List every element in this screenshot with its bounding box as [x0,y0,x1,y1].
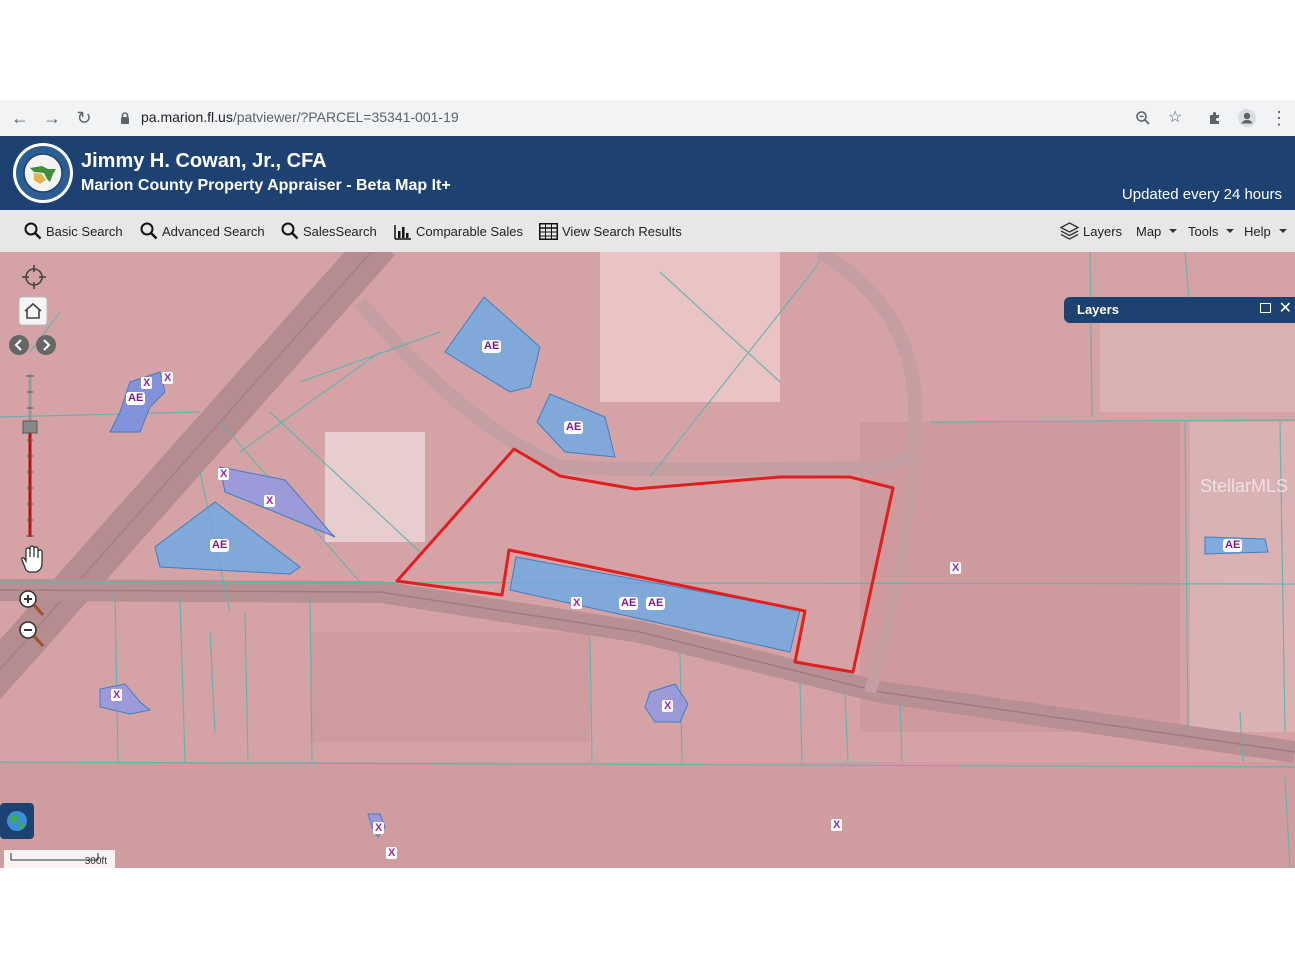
sales-search-label: SalesSearch [303,223,377,239]
advanced-search-label: Advanced Search [162,223,265,239]
chevron-down-icon [1278,229,1287,233]
bar-chart-icon [394,225,411,240]
comparable-sales-button[interactable]: Comparable Sales [394,221,523,241]
help-menu-button[interactable]: Help [1244,221,1287,241]
flood-zone-label: AE [619,597,639,610]
flood-zone-label: AE [482,340,502,353]
forward-icon[interactable]: → [40,106,64,130]
zoom-slider[interactable] [20,372,40,540]
chevron-down-icon [1169,229,1178,233]
browser-menu-icon[interactable]: ⋮ [1267,106,1291,130]
layers-menu-button[interactable]: Layers [1060,221,1122,241]
flood-zone-label: AE [210,539,230,552]
map-canvas[interactable]: AE AE AE AE AE AE AE X X X X X X X X X X… [0,252,1295,868]
maximize-icon[interactable] [1260,303,1271,313]
previous-extent-icon[interactable] [8,334,30,356]
basic-search-label: Basic Search [46,223,123,239]
locate-crosshair-icon[interactable] [21,264,47,290]
page-subtitle: Marion County Property Appraiser - Beta … [81,177,451,194]
help-menu-label: Help [1244,223,1271,239]
flood-zone-x-label: X [373,822,385,834]
app-header: Jimmy H. Cowan, Jr., CFA Marion County P… [0,136,1295,210]
flood-zone-x-label: X [662,700,674,712]
flood-zone-label: AE [126,392,146,405]
flood-zone-x-label: X [111,689,123,701]
bookmark-star-icon[interactable]: ☆ [1163,106,1187,130]
basemap-globe-icon[interactable] [0,803,34,839]
profile-avatar-icon[interactable] [1235,106,1259,130]
map-menu-button[interactable]: Map [1136,221,1178,241]
flood-zone-x-label: X [264,495,276,507]
zoom-icon[interactable] [1131,106,1155,130]
flood-zone-x-label: X [141,377,153,389]
search-icon [281,222,299,240]
url-text: pa.marion.fl.us/patviewer/?PARCEL=35341-… [141,109,459,125]
view-search-results-button[interactable]: View Search Results [539,221,682,241]
aerial-map-graphic [0,252,1295,868]
lock-icon [121,112,129,124]
flood-zone-label: AE [646,597,666,610]
scale-label: 300ft [84,856,107,867]
next-extent-icon[interactable] [35,334,57,356]
layers-panel[interactable]: Layers ✕ [1064,297,1295,323]
flood-zone-x-label: X [162,372,174,384]
sales-search-button[interactable]: SalesSearch [281,221,377,241]
advanced-search-button[interactable]: Advanced Search [140,221,265,241]
flood-zone-x-label: X [386,847,398,859]
pan-hand-icon[interactable] [18,544,46,574]
home-icon[interactable] [18,296,48,326]
flood-zone-label: AE [564,421,584,434]
layers-panel-title: Layers [1077,302,1119,317]
main-toolbar: Basic Search Advanced Search SalesSearch… [0,210,1295,253]
flood-zone-x-label: X [571,597,583,609]
map-scale-bar: 300ft [4,850,115,868]
tools-menu-button[interactable]: Tools [1188,221,1235,241]
zoom-in-icon[interactable] [16,588,46,618]
layers-icon [1060,222,1079,240]
flood-zone-x-label: X [218,468,230,480]
url-path: /patviewer/?PARCEL=35341-001-19 [232,109,459,125]
flood-zone-x-label: X [950,562,962,574]
layers-menu-label: Layers [1083,223,1123,239]
property-appraiser-seal-logo [13,143,73,203]
basic-search-button[interactable]: Basic Search [24,221,123,241]
watermark-text: StellarMLS [1200,476,1289,496]
close-icon[interactable]: ✕ [1279,299,1292,319]
reload-icon[interactable]: ↻ [72,106,96,130]
address-bar[interactable]: pa.marion.fl.us/patviewer/?PARCEL=35341-… [106,104,1196,132]
comparable-sales-label: Comparable Sales [416,223,523,239]
browser-toolbar: ← → ↻ pa.marion.fl.us/patviewer/?PARCEL=… [0,100,1295,136]
extensions-icon[interactable] [1203,106,1227,130]
search-icon [140,222,158,240]
update-note: Updated every 24 hours [1121,186,1282,203]
page-title: Jimmy H. Cowan, Jr., CFA [81,150,327,172]
url-domain: pa.marion.fl.us [141,109,233,125]
flood-zone-label: AE [1223,539,1243,552]
search-icon [24,222,42,240]
table-icon [539,222,558,240]
zoom-out-icon[interactable] [16,619,46,649]
view-search-results-label: View Search Results [562,223,682,239]
tools-menu-label: Tools [1188,223,1219,239]
flood-zone-x-label: X [831,819,843,831]
chevron-down-icon [1226,229,1235,233]
map-menu-label: Map [1136,223,1162,239]
back-icon[interactable]: ← [8,106,32,130]
